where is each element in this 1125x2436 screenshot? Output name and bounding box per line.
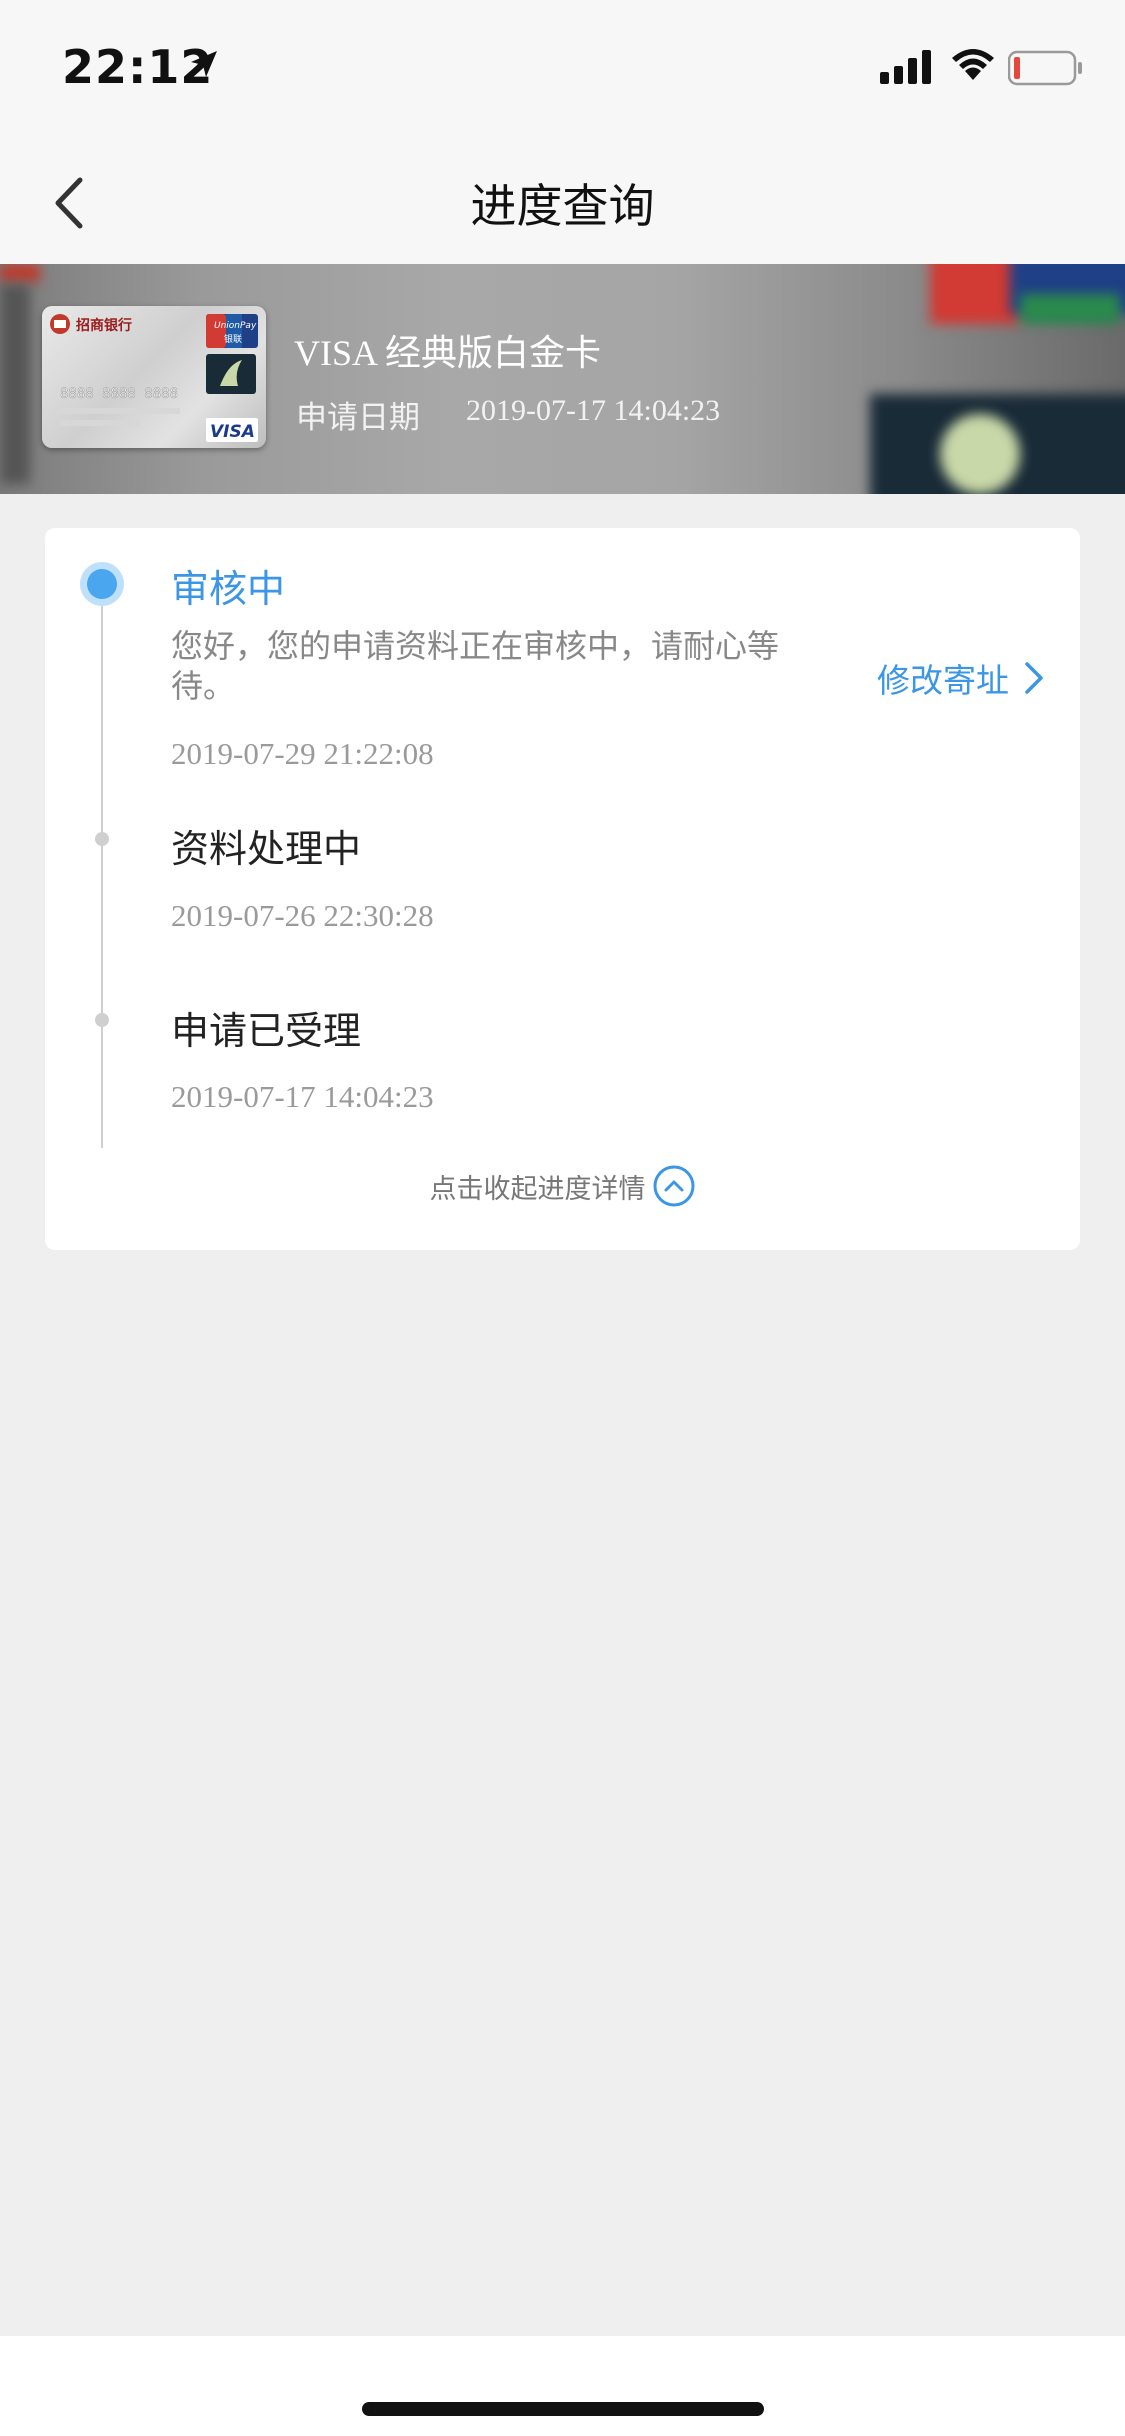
- signal-icon: [880, 50, 931, 84]
- card-bank-name: 招商银行: [76, 317, 132, 334]
- home-indicator[interactable]: [362, 2402, 764, 2416]
- wifi-icon: [952, 49, 994, 80]
- collapse-details-label: 点击收起进度详情: [429, 1173, 646, 1205]
- step-description-current: 您好，您的申请资料正在审核中，请耐心等待。: [171, 627, 780, 705]
- banner-blur-green-right: [1020, 294, 1120, 324]
- status-bar: 22:12: [0, 0, 1125, 136]
- timeline-dot: [95, 832, 109, 846]
- screen: 22:12 进度查询 招商银行 UnionPay 银联 8888 8888 88…: [0, 0, 1125, 2436]
- card-number: 8888 8888 8888: [60, 386, 178, 402]
- step-title: 资料处理中: [171, 827, 362, 871]
- home-indicator-area: [0, 2336, 1125, 2436]
- card-name: VISA 经典版白金卡: [294, 333, 602, 373]
- step-time-current: 2019-07-29 21:22:08: [171, 736, 434, 771]
- collapse-details-button[interactable]: 点击收起进度详情: [45, 1164, 1080, 1208]
- page-title: 进度查询: [470, 179, 655, 233]
- navigation-bar: 进度查询: [0, 136, 1125, 265]
- step-time: 2019-07-17 14:04:23: [171, 1079, 434, 1114]
- card-network: UnionPay: [214, 321, 257, 331]
- credit-card-image: 招商银行 UnionPay 银联 8888 8888 8888 VISA: [42, 306, 266, 448]
- card-artwork: 招商银行 UnionPay 银联 8888 8888 8888 VISA: [50, 314, 258, 442]
- modify-address-button[interactable]: 修改寄址: [877, 654, 1045, 702]
- location-arrow-icon: [191, 51, 217, 77]
- banner-blur-red: [0, 264, 40, 282]
- banner-blur-dark: [0, 284, 30, 484]
- timeline-dot: [95, 1013, 109, 1027]
- timeline-dot-current-inner: [87, 569, 117, 599]
- step-title: 申请已受理: [171, 1009, 362, 1053]
- step-time: 2019-07-26 22:30:28: [171, 898, 434, 933]
- apply-date-label: 申请日期: [296, 400, 420, 436]
- timeline-line: [101, 588, 103, 1148]
- card-banner: 招商银行 UnionPay 银联 8888 8888 8888 VISA VIS…: [0, 264, 1125, 494]
- apply-date-value: 2019-07-17 14:04:23: [466, 394, 721, 427]
- step-title-current: 审核中: [171, 567, 286, 611]
- battery-icon: [1008, 50, 1082, 86]
- progress-card: 审核中 您好，您的申请资料正在审核中，请耐心等待。 2019-07-29 21:…: [45, 528, 1080, 1250]
- banner-blur-red-right: [930, 264, 1020, 324]
- chevron-up-circle-icon: [653, 1165, 694, 1207]
- card-network-cn: 银联: [224, 333, 242, 345]
- chevron-right-icon: [1025, 662, 1043, 694]
- timeline-dot-current: [80, 562, 124, 606]
- banner-blur-light-right: [940, 414, 1020, 494]
- modify-address-label: 修改寄址: [877, 661, 1009, 700]
- card-brand: VISA: [210, 422, 255, 442]
